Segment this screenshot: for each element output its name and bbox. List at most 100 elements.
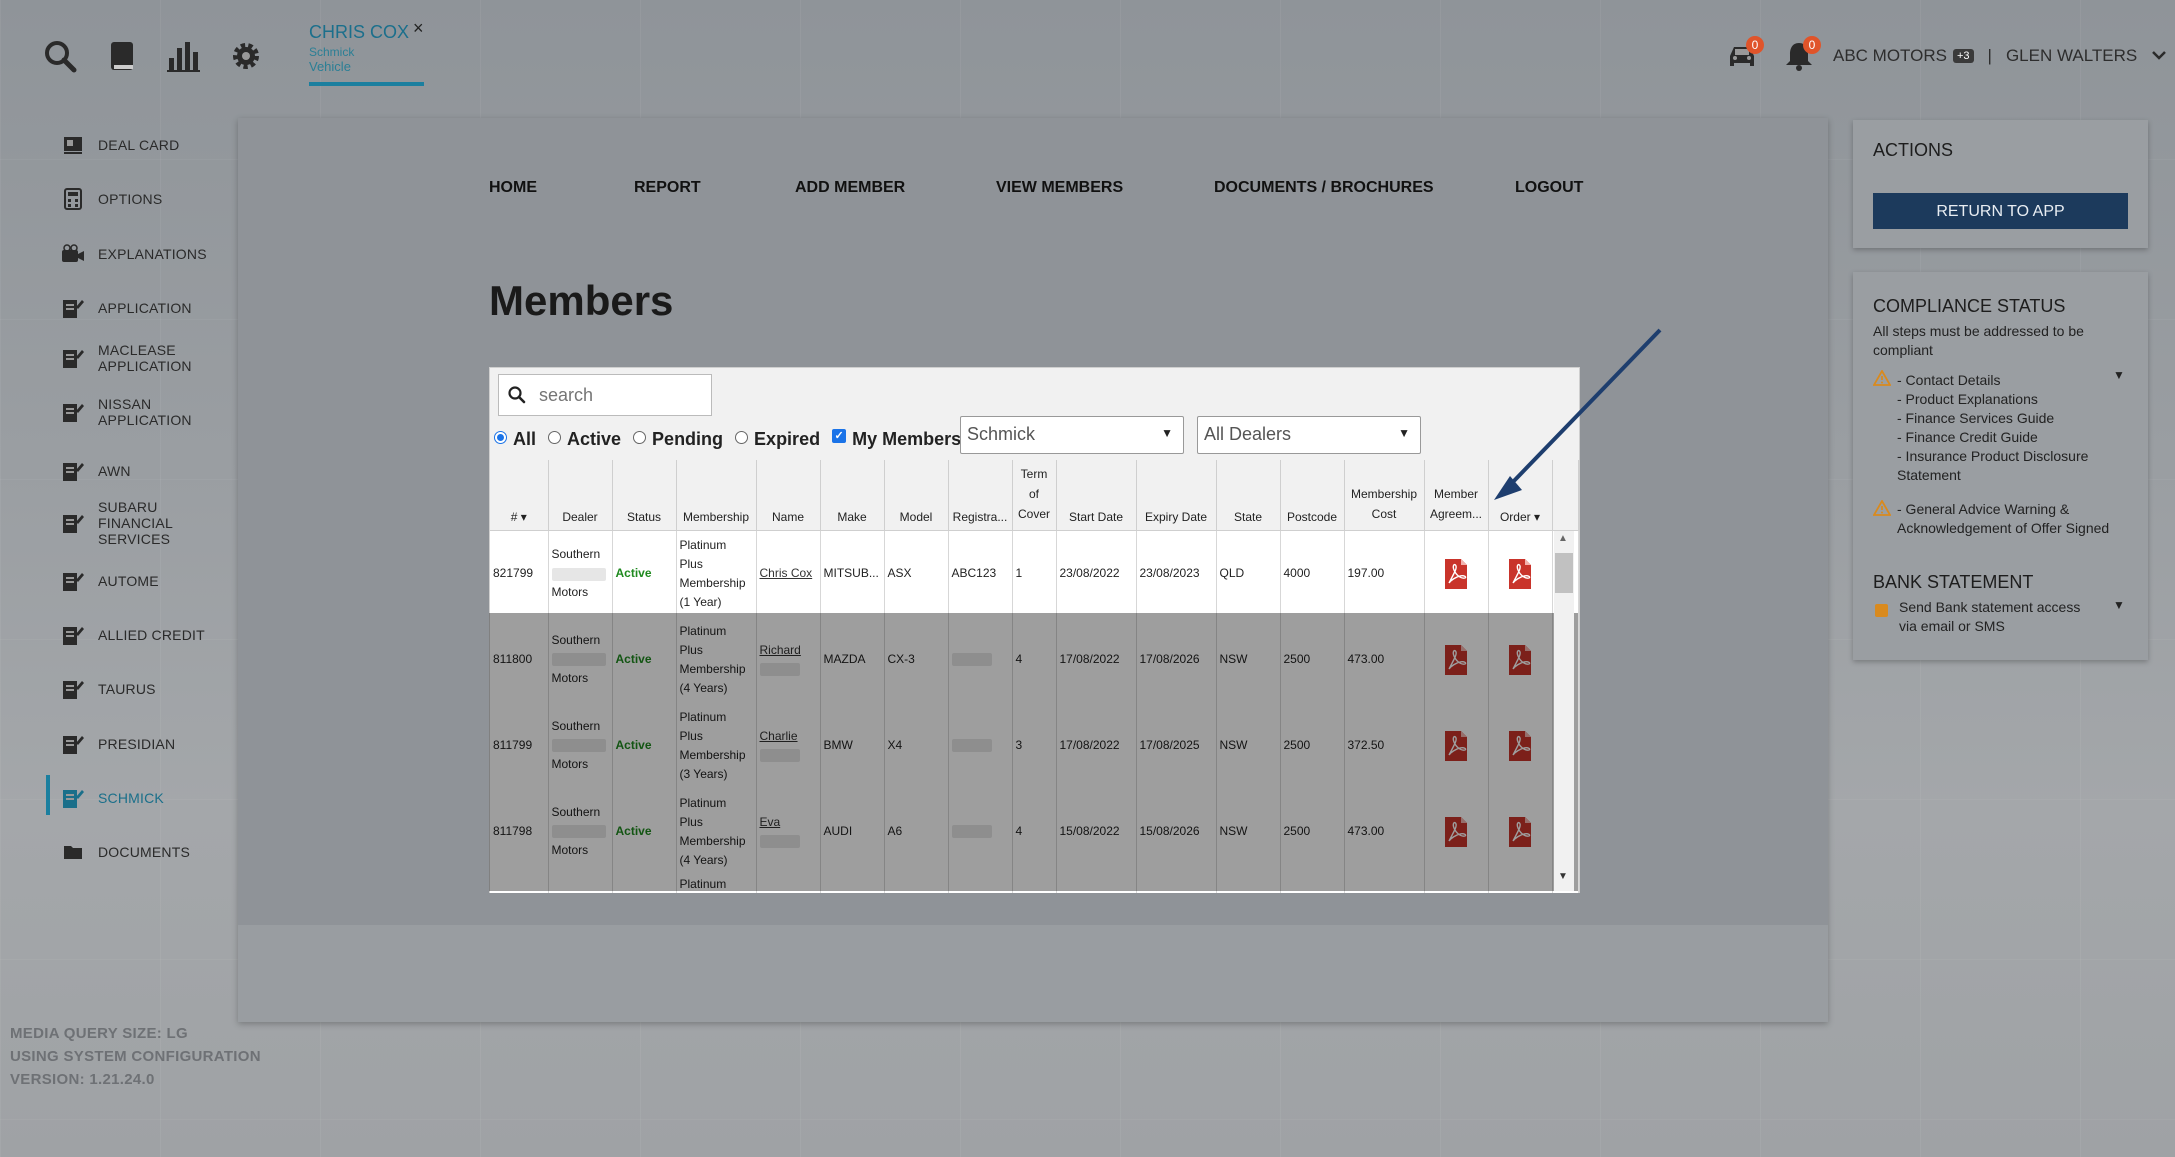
cell-member-agreement[interactable] xyxy=(1424,788,1489,875)
sidebar-item-maclease-application[interactable]: MACLEASE APPLICATION xyxy=(60,342,192,374)
filter-expired-radio[interactable] xyxy=(735,430,749,444)
cell-name[interactable]: Charlie xyxy=(756,702,821,789)
col-header-expiry-date[interactable]: Expiry Date xyxy=(1136,460,1217,531)
col-header-status[interactable]: Status xyxy=(612,460,677,531)
deal-tab[interactable]: CHRIS COX Schmick Vehicle xyxy=(309,22,424,86)
cell-model: CX-3 xyxy=(884,616,949,703)
nav-documents-brochures[interactable]: DOCUMENTS / BROCHURES xyxy=(1214,179,1434,197)
sidebar-item-deal-card[interactable]: DEAL CARD xyxy=(60,134,179,156)
user-name[interactable]: GLEN WALTERS xyxy=(2006,46,2137,66)
sidebar-item-options[interactable]: OPTIONS xyxy=(60,188,162,210)
bar-chart-icon[interactable] xyxy=(163,36,203,76)
col-header-membership[interactable]: Membership xyxy=(676,460,757,531)
scrollbar-thumb[interactable] xyxy=(1555,553,1573,593)
dealer-switcher[interactable]: ABC MOTORS +3 | GLEN WALTERS xyxy=(1833,36,2167,76)
filter-my-members[interactable]: ✓ My Members xyxy=(832,429,961,450)
gear-icon[interactable] xyxy=(226,36,266,76)
table-row[interactable]: Platinum xyxy=(490,874,1579,893)
return-to-app-button[interactable]: RETURN TO APP xyxy=(1873,193,2128,229)
table-row[interactable]: 821799 Southern Motors Active Platinum Plus … xyxy=(490,530,1579,617)
col-header-dealer[interactable]: Dealer xyxy=(548,460,613,531)
nav-add-member[interactable]: ADD MEMBER xyxy=(795,179,905,197)
pdf-icon[interactable] xyxy=(1428,557,1485,591)
col-header-model[interactable]: Model xyxy=(884,460,949,531)
dealer-select[interactable]: All Dealers ▼ xyxy=(1197,416,1421,454)
scroll-up-icon[interactable]: ▲ xyxy=(1558,533,1568,544)
sidebar-item-subaru-financial-services[interactable]: SUBARU FINANCIAL SERVICES xyxy=(60,499,173,547)
cell-partial xyxy=(1012,874,1057,893)
filter-pending-radio[interactable] xyxy=(633,430,647,444)
cell-name[interactable]: Chris Cox xyxy=(756,530,821,617)
member-name-link[interactable]: Eva xyxy=(760,815,781,829)
sidebar-item-autome[interactable]: AUTOME xyxy=(60,570,159,592)
sidebar-item-documents[interactable]: DOCUMENTS xyxy=(60,841,190,863)
pdf-icon[interactable] xyxy=(1492,815,1549,849)
cell-order[interactable] xyxy=(1488,702,1553,789)
pdf-icon[interactable] xyxy=(1492,557,1549,591)
member-name-link[interactable]: Richard xyxy=(760,643,801,657)
col-header-make[interactable]: Make xyxy=(820,460,885,531)
sidebar-item-awn[interactable]: AWN xyxy=(60,460,131,482)
filter-expired[interactable]: Expired xyxy=(735,429,820,450)
cell-partial xyxy=(1488,874,1553,893)
table-row[interactable]: 811800 Southern Motors Active Platinum Plus … xyxy=(490,616,1579,703)
cell-member-agreement[interactable] xyxy=(1424,616,1489,703)
col-header-state[interactable]: State xyxy=(1216,460,1281,531)
col-header-postcode[interactable]: Postcode xyxy=(1280,460,1345,531)
search-icon[interactable] xyxy=(40,36,80,76)
filter-active[interactable]: Active xyxy=(548,429,621,450)
cell-order[interactable] xyxy=(1488,530,1553,617)
nav-report[interactable]: REPORT xyxy=(634,179,701,197)
sidebar-item-allied-credit[interactable]: ALLIED CREDIT xyxy=(60,624,205,646)
pdf-icon[interactable] xyxy=(1492,643,1549,677)
sidebar-item-schmick[interactable]: SCHMICK xyxy=(60,787,164,809)
cell-member-agreement[interactable] xyxy=(1424,530,1489,617)
filter-active-radio[interactable] xyxy=(548,430,562,444)
sidebar-item-application[interactable]: APPLICATION xyxy=(60,297,192,319)
pdf-icon[interactable] xyxy=(1492,729,1549,763)
cell-member-agreement[interactable] xyxy=(1424,702,1489,789)
col-header-name[interactable]: Name xyxy=(756,460,821,531)
filter-all[interactable]: All xyxy=(494,429,536,450)
book-icon[interactable] xyxy=(102,36,142,76)
col-header-id[interactable]: # ▾ xyxy=(490,460,549,531)
close-tab-icon[interactable]: × xyxy=(413,18,424,39)
nav-home[interactable]: HOME xyxy=(489,179,537,197)
cell-order[interactable] xyxy=(1488,788,1553,875)
cell-name[interactable]: Richard xyxy=(756,616,821,703)
filter-pending[interactable]: Pending xyxy=(633,429,723,450)
table-scrollbar[interactable]: ▲ ▼ xyxy=(1554,531,1574,891)
cell-start-date: 17/08/2022 xyxy=(1056,702,1137,789)
scroll-down-icon[interactable]: ▼ xyxy=(1558,871,1568,882)
table-row[interactable]: 811798 Southern Motors Active Platinum Plus … xyxy=(490,788,1579,875)
filter-active-label: Active xyxy=(567,428,622,449)
pdf-icon[interactable] xyxy=(1428,815,1485,849)
nav-view-members[interactable]: VIEW MEMBERS xyxy=(996,179,1123,197)
col-header-start-date[interactable]: Start Date xyxy=(1056,460,1137,531)
filter-all-radio[interactable] xyxy=(494,430,507,444)
cell-name[interactable]: Eva xyxy=(756,788,821,875)
pdf-icon[interactable] xyxy=(1428,729,1485,763)
form-icon xyxy=(60,787,86,809)
sidebar-item-explanations[interactable]: EXPLANATIONS xyxy=(60,243,207,265)
member-name-link[interactable]: Chris Cox xyxy=(760,566,813,580)
member-name-link[interactable]: Charlie xyxy=(760,729,798,743)
nav-logout[interactable]: LOGOUT xyxy=(1515,179,1583,197)
search-field[interactable] xyxy=(498,374,712,416)
cell-order[interactable] xyxy=(1488,616,1553,703)
search-input[interactable] xyxy=(537,380,706,410)
col-header-term[interactable]: Term of Cover xyxy=(1012,460,1057,531)
expand-caret-icon[interactable]: ▼ xyxy=(2113,368,2125,382)
provider-select[interactable]: Schmick ▼ xyxy=(960,416,1184,454)
sidebar-item-taurus[interactable]: TAURUS xyxy=(60,678,156,700)
sidebar-item-presidian[interactable]: PRESIDIAN xyxy=(60,733,175,755)
sidebar-item-nissan-application[interactable]: NISSAN APPLICATION xyxy=(60,396,192,428)
my-members-checkbox[interactable]: ✓ xyxy=(832,429,847,443)
col-header-member-agreement[interactable]: Member Agreem... xyxy=(1424,460,1489,531)
chevron-down-icon[interactable] xyxy=(2151,46,2167,66)
pdf-icon[interactable] xyxy=(1428,643,1485,677)
col-header-registration[interactable]: Registra... xyxy=(948,460,1013,531)
table-row[interactable]: 811799 Southern Motors Active Platinum Plus … xyxy=(490,702,1579,789)
expand-caret-icon[interactable]: ▼ xyxy=(2113,598,2125,612)
col-header-membership-cost[interactable]: Membership Cost xyxy=(1344,460,1425,531)
